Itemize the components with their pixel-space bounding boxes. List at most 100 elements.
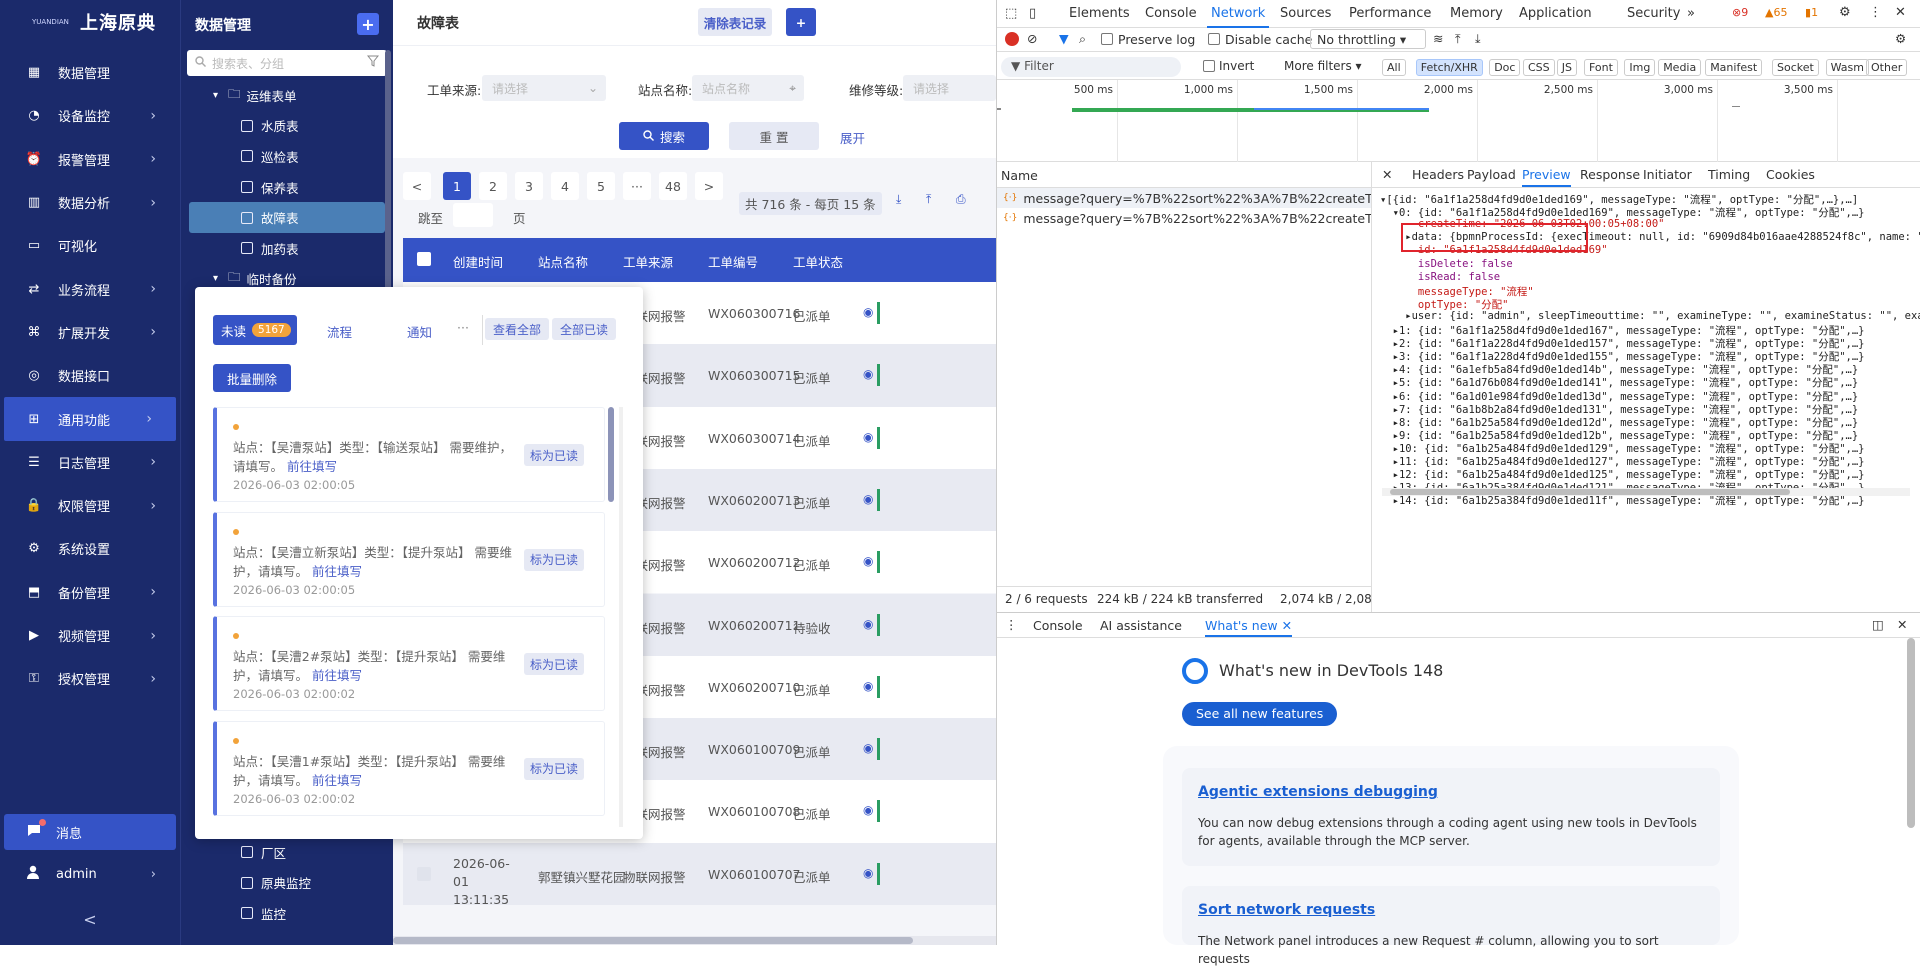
fill-in-link[interactable]: 前往填写 — [312, 668, 362, 683]
tree-item[interactable]: 故障表 — [189, 202, 385, 233]
view-icon[interactable]: ◉ — [863, 741, 873, 755]
select-all-checkbox[interactable] — [417, 252, 431, 266]
json-line[interactable]: isRead: false — [1380, 271, 1500, 283]
add-group-button[interactable]: + — [357, 13, 379, 35]
source-select[interactable]: 请选择 ⌄ — [482, 75, 606, 101]
page-button[interactable]: 2 — [479, 172, 507, 200]
request-row[interactable]: {·} message?query=%7B%22sort%22%3A%7B%22c… — [997, 208, 1371, 228]
network-filter-input[interactable]: ▼ Filter — [1001, 57, 1181, 77]
tree-item[interactable]: 厂区 — [181, 837, 394, 868]
download-icon[interactable]: ⤓ — [896, 192, 901, 207]
devtools-tab[interactable]: Security — [1627, 6, 1680, 21]
resource-type-chip[interactable]: Other — [1866, 59, 1908, 76]
page-button[interactable]: 5 — [587, 172, 615, 200]
upload-icon[interactable]: ⤒ — [926, 192, 931, 207]
detail-tab[interactable]: Payload — [1467, 167, 1516, 182]
column-header[interactable]: 工单状态 — [793, 252, 843, 271]
json-line[interactable]: ▸user: {id: "admin", sleepTimeouttime: "… — [1380, 310, 1920, 322]
view-icon[interactable]: ◉ — [863, 554, 873, 568]
edit-icon[interactable] — [877, 675, 880, 698]
invert-checkbox[interactable] — [1203, 60, 1215, 72]
resource-type-chip[interactable]: Doc — [1489, 59, 1521, 76]
add-record-button[interactable]: + — [786, 8, 816, 36]
view-icon[interactable]: ◉ — [863, 430, 873, 444]
devtools-tab[interactable]: Sources — [1280, 6, 1331, 21]
user-menu[interactable]: admin › — [0, 856, 180, 892]
record-icon[interactable] — [1005, 32, 1019, 46]
nav-item[interactable]: ▶ 视频管理 › — [0, 614, 180, 657]
messages-button[interactable]: 消息 — [4, 814, 176, 850]
wifi-icon[interactable]: ≋ — [1433, 31, 1443, 46]
nav-item[interactable]: ⊞ 通用功能 › — [4, 397, 176, 441]
json-line[interactable]: isDelete: false — [1380, 258, 1513, 270]
nav-item[interactable]: ⚙ 系统设置 — [0, 527, 180, 570]
edit-icon[interactable] — [877, 800, 880, 823]
kebab-menu-icon[interactable]: ⋮ — [1869, 5, 1882, 20]
edit-icon[interactable] — [877, 302, 880, 324]
search-button[interactable]: 搜索 — [619, 122, 709, 150]
warning-count[interactable]: ▲65 — [1765, 6, 1787, 19]
detail-tab[interactable]: Response — [1580, 167, 1640, 182]
notification-card[interactable]: 站点：【吴漕2#泵站】类型：【提升泵站】 需要维护，请填写。 前往填写 2026-… — [213, 616, 605, 711]
resource-type-chip[interactable]: Font — [1584, 59, 1618, 76]
disable-cache-checkbox[interactable] — [1208, 33, 1220, 45]
resource-type-chip[interactable]: Fetch/XHR — [1415, 59, 1483, 76]
edit-icon[interactable] — [877, 738, 880, 761]
resource-type-chip[interactable]: Socket — [1772, 59, 1819, 76]
gear-icon[interactable]: ⚙ — [1895, 31, 1906, 46]
nav-item[interactable]: ◔ 设备监控 › — [0, 94, 180, 137]
close-icon[interactable]: ✕ — [1895, 5, 1906, 20]
close-detail-icon[interactable]: ✕ — [1382, 167, 1392, 182]
clear-icon[interactable]: ⊘ — [1027, 31, 1037, 46]
devtools-tab[interactable]: Memory — [1450, 6, 1503, 21]
view-icon[interactable]: ◉ — [863, 679, 873, 693]
mark-read-button[interactable]: 标为已读 — [523, 444, 584, 466]
page-button[interactable]: 48 — [659, 172, 687, 200]
tab-flow[interactable]: 流程 — [327, 322, 352, 341]
mark-all-read-button[interactable]: 全部已读 — [552, 318, 616, 340]
devtools-tab[interactable]: Console — [1145, 6, 1197, 21]
request-row[interactable]: {·} message?query=%7B%22sort%22%3A%7B%22c… — [997, 188, 1371, 208]
resource-type-chip[interactable]: CSS — [1523, 59, 1555, 76]
resource-type-chip[interactable]: Manifest — [1705, 59, 1763, 76]
view-icon[interactable]: ◉ — [863, 866, 873, 880]
detail-tab[interactable]: Preview — [1522, 167, 1571, 187]
nav-item[interactable]: ⏰ 报警管理 › — [0, 138, 180, 181]
locate-icon[interactable]: ⌖ — [789, 81, 796, 96]
detail-tab[interactable]: Timing — [1708, 167, 1750, 182]
fill-in-link[interactable]: 前往填写 — [287, 459, 337, 474]
detail-tab[interactable]: Initiator — [1643, 167, 1692, 182]
edit-icon[interactable] — [877, 488, 880, 511]
edit-icon[interactable] — [877, 364, 880, 387]
tree-item[interactable]: 保养表 — [181, 172, 393, 203]
fill-in-link[interactable]: 前往填写 — [312, 564, 362, 579]
page-button[interactable]: 1 — [443, 172, 471, 200]
edit-icon[interactable] — [877, 551, 880, 574]
error-count[interactable]: ⊗9 — [1732, 6, 1748, 19]
resource-type-chip[interactable]: All — [1382, 59, 1406, 76]
tab-notice[interactable]: 通知 — [407, 322, 432, 341]
clear-records-button[interactable]: 清除表记录 — [698, 8, 772, 36]
table-row[interactable]: 2026-06-01 13:11:35 郭墅镇兴墅花园 物联网报警 WX0601007… — [403, 842, 996, 907]
next-page-button[interactable]: > — [695, 172, 723, 200]
mark-read-button[interactable]: 标为已读 — [523, 548, 584, 571]
column-header[interactable]: 站点名称 — [538, 252, 588, 271]
tree-item[interactable]: 加药表 — [181, 233, 393, 264]
gear-icon[interactable]: ⚙ — [1839, 5, 1851, 20]
nav-item[interactable]: ⌘ 扩展开发 › — [0, 311, 180, 354]
tree-search-input[interactable]: 搜索表、分组 — [187, 50, 387, 76]
resource-type-chip[interactable]: Wasm — [1825, 59, 1869, 76]
table-hscrollbar[interactable] — [393, 936, 996, 945]
tree-item[interactable]: 监控 — [181, 898, 394, 929]
more-filters-button[interactable]: More filters ▾ — [1284, 59, 1362, 73]
view-icon[interactable]: ◉ — [863, 492, 873, 506]
nav-item[interactable]: ▥ 数据分析 › — [0, 181, 180, 224]
nav-item[interactable]: ⬒ 备份管理 › — [0, 571, 180, 614]
dock-icon[interactable]: ◫ — [1872, 617, 1884, 632]
view-icon[interactable]: ◉ — [863, 367, 873, 381]
prev-page-button[interactable]: < — [403, 172, 431, 200]
column-header[interactable]: 创建时间 — [453, 252, 503, 271]
tree-item[interactable]: ▾ 🗀 运维表单 — [181, 80, 393, 111]
view-icon[interactable]: ◉ — [863, 305, 873, 319]
mark-read-button[interactable]: 标为已读 — [523, 757, 584, 780]
